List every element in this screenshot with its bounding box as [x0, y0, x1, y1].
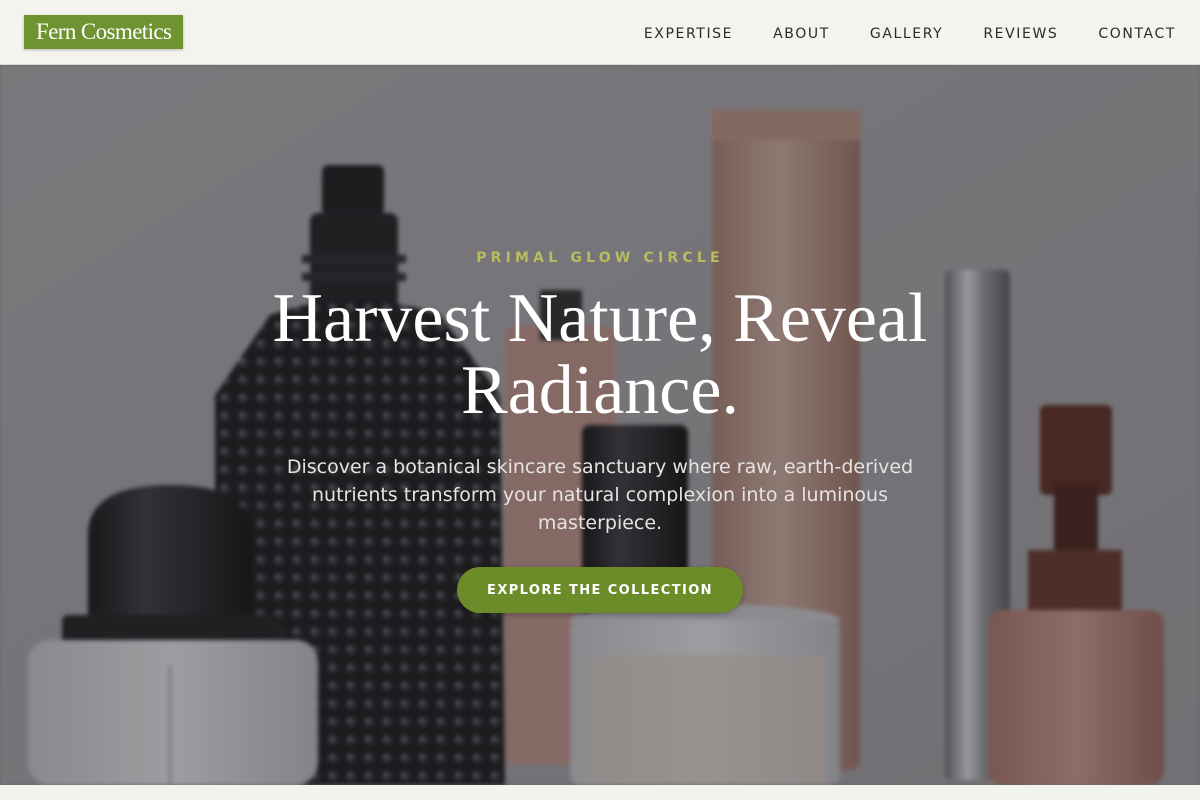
hero-eyebrow: PRIMAL GLOW CIRCLE: [476, 250, 724, 266]
nav-link-expertise[interactable]: EXPERTISE: [644, 26, 733, 42]
nav-item-expertise: EXPERTISE: [644, 23, 733, 42]
nav-link-gallery[interactable]: GALLERY: [870, 26, 943, 42]
nav-links: EXPERTISE ABOUT GALLERY REVIEWS CONTACT: [644, 23, 1176, 42]
hero-section: PRIMAL GLOW CIRCLE Harvest Nature, Revea…: [0, 65, 1200, 785]
hero-subtext: Discover a botanical skincare sanctuary …: [286, 456, 914, 534]
nav-item-contact: CONTACT: [1098, 23, 1176, 42]
explore-collection-button[interactable]: EXPLORE THE COLLECTION: [457, 567, 743, 613]
page-bottom-strip: [0, 785, 1200, 800]
hero-headline: Harvest Nature, Reveal Radiance.: [272, 280, 928, 429]
top-navigation: Fern Cosmetics EXPERTISE ABOUT GALLERY R…: [0, 0, 1200, 65]
nav-link-contact[interactable]: CONTACT: [1098, 26, 1176, 42]
nav-item-gallery: GALLERY: [870, 23, 943, 42]
nav-link-about[interactable]: ABOUT: [773, 26, 830, 42]
hero-content: PRIMAL GLOW CIRCLE Harvest Nature, Revea…: [0, 65, 1200, 785]
brand-logo[interactable]: Fern Cosmetics: [24, 15, 184, 49]
nav-item-reviews: REVIEWS: [983, 23, 1058, 42]
nav-link-reviews[interactable]: REVIEWS: [983, 26, 1058, 42]
nav-item-about: ABOUT: [773, 23, 830, 42]
